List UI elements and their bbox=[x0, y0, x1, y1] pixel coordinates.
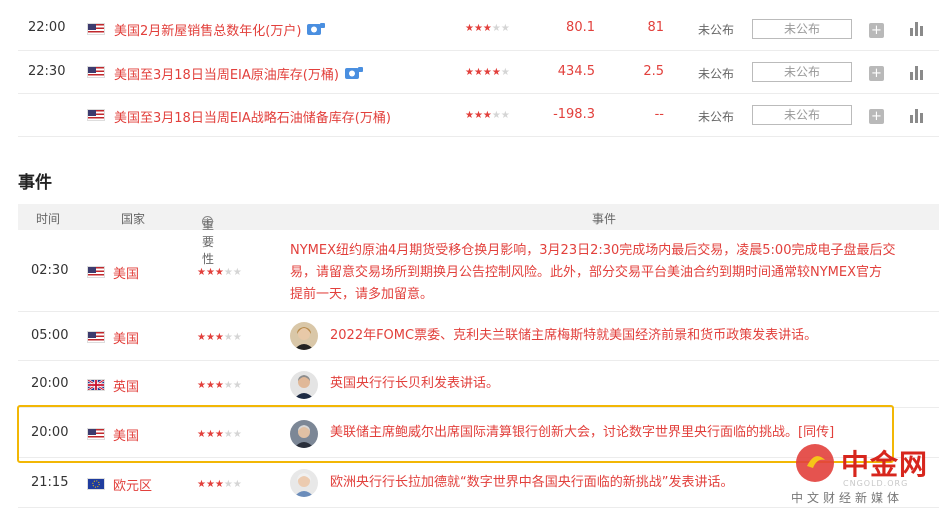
time: 02:30 bbox=[31, 263, 69, 278]
time: 20:00 bbox=[31, 376, 69, 391]
video-icon[interactable] bbox=[344, 66, 363, 81]
indicator-name[interactable]: 美国至3月18日当周EIA原油库存(万桶) bbox=[114, 64, 363, 83]
importance-stars: ★★★★★ bbox=[465, 110, 510, 121]
speaker-avatar bbox=[290, 322, 318, 350]
actual-value: 未公布 bbox=[698, 67, 735, 81]
chart-bars-icon[interactable] bbox=[910, 66, 924, 80]
us-flag-icon bbox=[87, 331, 105, 343]
chart-bars-icon[interactable] bbox=[910, 22, 924, 36]
add-button[interactable]: + bbox=[869, 23, 884, 38]
previous-value: 434.5 bbox=[557, 64, 595, 79]
speaker-avatar bbox=[290, 469, 318, 497]
indicator-name-text: 美国至3月18日当周EIA原油库存(万桶) bbox=[114, 68, 339, 83]
us-flag-icon bbox=[87, 66, 105, 78]
events-section-title: 事件 bbox=[18, 173, 52, 193]
indicator-row: 22:00 美国2月新屋销售总数年化(万户) ★★★★★ 80.1 81 未公布… bbox=[18, 8, 939, 51]
event-description: 欧洲央行行长拉加德就“数字世界中各国央行面临的新挑战”发表讲话。 bbox=[330, 475, 734, 490]
uk-flag-icon bbox=[87, 379, 105, 391]
importance-stars: ★★★★★ bbox=[197, 380, 242, 391]
event-row: 20:00 英国 ★★★★★ 英国央行行长贝利发表讲话。 bbox=[18, 361, 939, 408]
watermark-domain: CNGOLD.ORG bbox=[843, 479, 909, 488]
importance-stars: ★★★★★ bbox=[197, 267, 242, 278]
events-table-header: 时间 国家 重要性 i 事件 bbox=[18, 204, 939, 266]
country: 美国 bbox=[113, 267, 140, 282]
event-row: 05:00 美国 ★★★★★ 2022年FOMC票委、克利夫兰联储主席梅斯特就美… bbox=[18, 312, 939, 361]
time: 22:00 bbox=[28, 20, 66, 35]
cngold-watermark: 中金网 CNGOLD.ORG 中文财经新媒体 bbox=[791, 438, 949, 515]
watermark-brand: 中金网 bbox=[841, 448, 929, 481]
actual-box: 未公布 bbox=[752, 105, 852, 125]
actual-box: 未公布 bbox=[752, 19, 852, 39]
indicator-name-text: 美国2月新屋销售总数年化(万户) bbox=[114, 24, 302, 39]
us-flag-icon bbox=[87, 109, 105, 121]
country: 英国 bbox=[113, 380, 140, 395]
indicator-name[interactable]: 美国至3月18日当周EIA战略石油储备库存(万桶) bbox=[114, 107, 391, 126]
eu-flag-icon bbox=[87, 478, 105, 490]
importance-stars: ★★★★★ bbox=[465, 67, 510, 78]
indicator-row: 美国至3月18日当周EIA战略石油储备库存(万桶) ★★★★★ -198.3 -… bbox=[18, 94, 939, 137]
event-line: 易，请留意交易场所到期换月公告控制风险。此外，部分交易平台美油合约到期时间通常较… bbox=[290, 265, 883, 280]
previous-value: -198.3 bbox=[553, 107, 595, 122]
country: 美国 bbox=[113, 332, 140, 347]
country: 欧元区 bbox=[113, 479, 153, 494]
importance-stars: ★★★★★ bbox=[197, 479, 242, 490]
forecast-value: 2.5 bbox=[643, 64, 664, 79]
event-row: 02:30 美国 ★★★★★ NYMEX纽约原油4月期货受移仓换月影响，3月23… bbox=[18, 230, 939, 312]
add-button[interactable]: + bbox=[869, 66, 884, 81]
indicator-name[interactable]: 美国2月新屋销售总数年化(万户) bbox=[114, 20, 326, 39]
header-country: 国家 bbox=[121, 212, 146, 226]
event-description: 英国央行行长贝利发表讲话。 bbox=[330, 376, 500, 391]
us-flag-icon bbox=[87, 23, 105, 35]
chart-bars-icon[interactable] bbox=[910, 109, 924, 123]
header-time: 时间 bbox=[36, 212, 61, 226]
watermark-tagline: 中文财经新媒体 bbox=[791, 491, 904, 505]
indicator-row: 22:30 美国至3月18日当周EIA原油库存(万桶) ★★★★★ 434.5 … bbox=[18, 51, 939, 94]
speaker-avatar bbox=[290, 371, 318, 399]
video-icon[interactable] bbox=[307, 22, 326, 37]
forecast-value: 81 bbox=[647, 20, 664, 35]
info-icon[interactable]: i bbox=[202, 216, 213, 227]
event-line: NYMEX纽约原油4月期货受移仓换月影响，3月23日2:30完成场内最后交易，凌… bbox=[290, 243, 896, 258]
us-flag-icon bbox=[87, 266, 105, 278]
event-line: 提前一天，请多加留意。 bbox=[290, 287, 434, 302]
actual-box: 未公布 bbox=[752, 62, 852, 82]
time: 05:00 bbox=[31, 328, 69, 343]
previous-value: 80.1 bbox=[566, 20, 595, 35]
actual-value: 未公布 bbox=[698, 23, 735, 37]
event-description: NYMEX纽约原油4月期货受移仓换月影响，3月23日2:30完成场内最后交易，凌… bbox=[290, 240, 895, 306]
time: 22:30 bbox=[28, 64, 66, 79]
highlight-box bbox=[17, 405, 894, 463]
add-button[interactable]: + bbox=[869, 109, 884, 124]
importance-stars: ★★★★★ bbox=[197, 332, 242, 343]
importance-stars: ★★★★★ bbox=[465, 23, 510, 34]
event-description: 2022年FOMC票委、克利夫兰联储主席梅斯特就美国经济前景和货币政策发表讲话。 bbox=[330, 328, 818, 343]
forecast-value: -- bbox=[654, 107, 664, 122]
header-event: 事件 bbox=[592, 212, 617, 226]
time: 21:15 bbox=[31, 475, 69, 490]
actual-value: 未公布 bbox=[698, 110, 735, 124]
